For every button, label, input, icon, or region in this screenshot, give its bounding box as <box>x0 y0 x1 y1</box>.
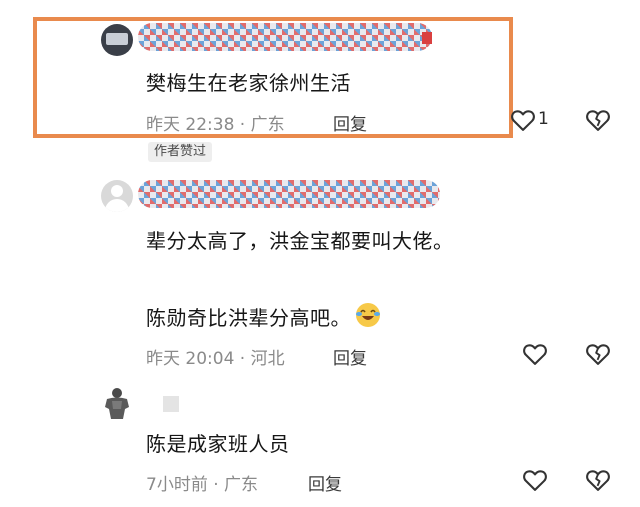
avatar[interactable] <box>101 24 133 56</box>
comment-text-line: 陈勋奇比洪辈分高吧。 <box>146 306 351 330</box>
reply-button[interactable]: 回复 <box>308 470 342 495</box>
dislike-broken-heart-icon[interactable] <box>584 466 612 494</box>
comment-time: 7小时前 <box>146 475 208 495</box>
username-redacted[interactable] <box>138 23 432 51</box>
comment-time: 昨天 20:04 <box>146 349 235 369</box>
like-count: 1 <box>538 109 549 129</box>
reply-button[interactable]: 回复 <box>333 344 367 369</box>
comment-text: 陈是成家班人员 <box>146 432 290 456</box>
comment-text-reply: 陈勋奇比洪辈分高吧。 <box>146 302 381 333</box>
comment-text: 樊梅生在老家徐州生活 <box>146 71 351 95</box>
username-redacted[interactable] <box>138 180 440 208</box>
comment-time: 昨天 22:38 <box>146 115 235 135</box>
comment-meta: 7小时前 · 广东 <box>146 475 259 495</box>
like-heart-icon[interactable] <box>521 466 549 494</box>
dislike-broken-heart-icon[interactable] <box>584 106 612 134</box>
comment-meta: 昨天 20:04 · 河北 <box>146 349 285 369</box>
comment-location: 河北 <box>250 349 285 369</box>
like-heart-icon[interactable] <box>509 106 537 134</box>
comment-text: 辈分太高了，洪金宝都要叫大佬。 <box>146 229 454 253</box>
dislike-broken-heart-icon[interactable] <box>584 340 612 368</box>
username-redacted[interactable] <box>163 396 179 412</box>
flag-icon <box>422 32 432 44</box>
reply-button[interactable]: 回复 <box>333 110 367 135</box>
like-heart-icon[interactable] <box>521 340 549 368</box>
laughing-emoji-icon <box>355 302 381 333</box>
author-liked-badge: 作者赞过 <box>148 142 213 162</box>
comment-location: 广东 <box>250 115 285 135</box>
avatar[interactable] <box>101 180 133 212</box>
comment-meta: 昨天 22:38 · 广东 <box>146 115 285 135</box>
comment-location: 广东 <box>224 475 259 495</box>
avatar[interactable] <box>99 385 135 421</box>
